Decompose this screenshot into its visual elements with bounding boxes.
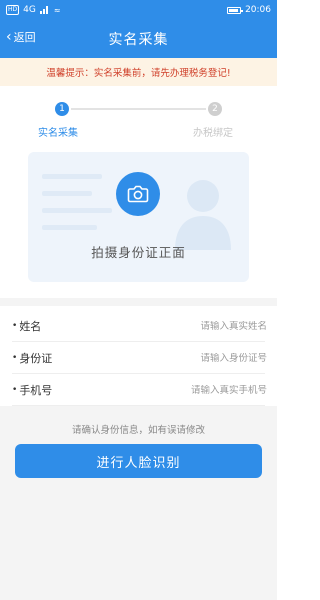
notice-banner: 温馨提示：实名采集前，请先办理税务登记! [0, 58, 277, 86]
required-mark: • [12, 321, 18, 331]
id-number-label-text: 身份证 [19, 352, 53, 365]
chevron-left-icon: ‹ [6, 29, 12, 45]
id-card-placeholder-lines [42, 174, 112, 242]
status-bar: HD 4G ≈ 20:06 [0, 0, 277, 20]
required-mark: • [12, 353, 18, 363]
name-label: • 姓名 [12, 318, 41, 334]
phone-label-text: 手机号 [19, 384, 53, 397]
phone-row: • 手机号 [0, 374, 277, 406]
id-number-label: • 身份证 [12, 350, 52, 366]
back-label: 返回 [13, 31, 36, 44]
id-card-capture-area[interactable]: 拍摄身份证正面 [28, 152, 249, 282]
step-1-label: 实名采集 [38, 128, 78, 139]
page-title: 实名采集 [108, 32, 169, 48]
battery-icon [227, 6, 244, 14]
phone-input[interactable] [147, 384, 267, 396]
back-button[interactable]: ‹ 返回 [6, 29, 36, 45]
step-2-indicator: 2 [208, 102, 222, 116]
signal-icon [39, 6, 50, 14]
network-label: 4G [23, 5, 36, 15]
portrait-silhouette-icon [175, 180, 231, 250]
camera-button[interactable] [116, 172, 160, 216]
id-card-caption: 拍摄身份证正面 [91, 245, 186, 260]
name-input[interactable] [147, 320, 267, 332]
wifi-icon: ≈ [53, 5, 61, 15]
confirm-hint: 请确认身份信息，如有误请修改 [71, 425, 205, 436]
name-row: • 姓名 [0, 310, 277, 342]
name-label-text: 姓名 [19, 320, 42, 333]
section-divider [0, 298, 277, 306]
stepper: 1 2 实名采集 办税绑定 [0, 96, 277, 146]
sim-badge: HD [6, 5, 20, 15]
step-1-indicator: 1 [55, 102, 69, 116]
camera-icon [127, 185, 149, 203]
nav-bar: ‹ 返回 实名采集 [0, 20, 277, 58]
step-connector [71, 108, 206, 110]
face-recognition-button[interactable]: 进行人脸识别 [15, 444, 262, 478]
id-number-row: • 身份证 [0, 342, 277, 374]
status-time: 20:06 [245, 5, 271, 15]
id-number-input[interactable] [147, 352, 267, 364]
required-mark: • [12, 385, 18, 395]
phone-label: • 手机号 [12, 382, 52, 398]
step-2-label: 办税绑定 [193, 128, 233, 139]
app-header: HD 4G ≈ 20:06 ‹ 返回 实名采集 [0, 0, 277, 58]
